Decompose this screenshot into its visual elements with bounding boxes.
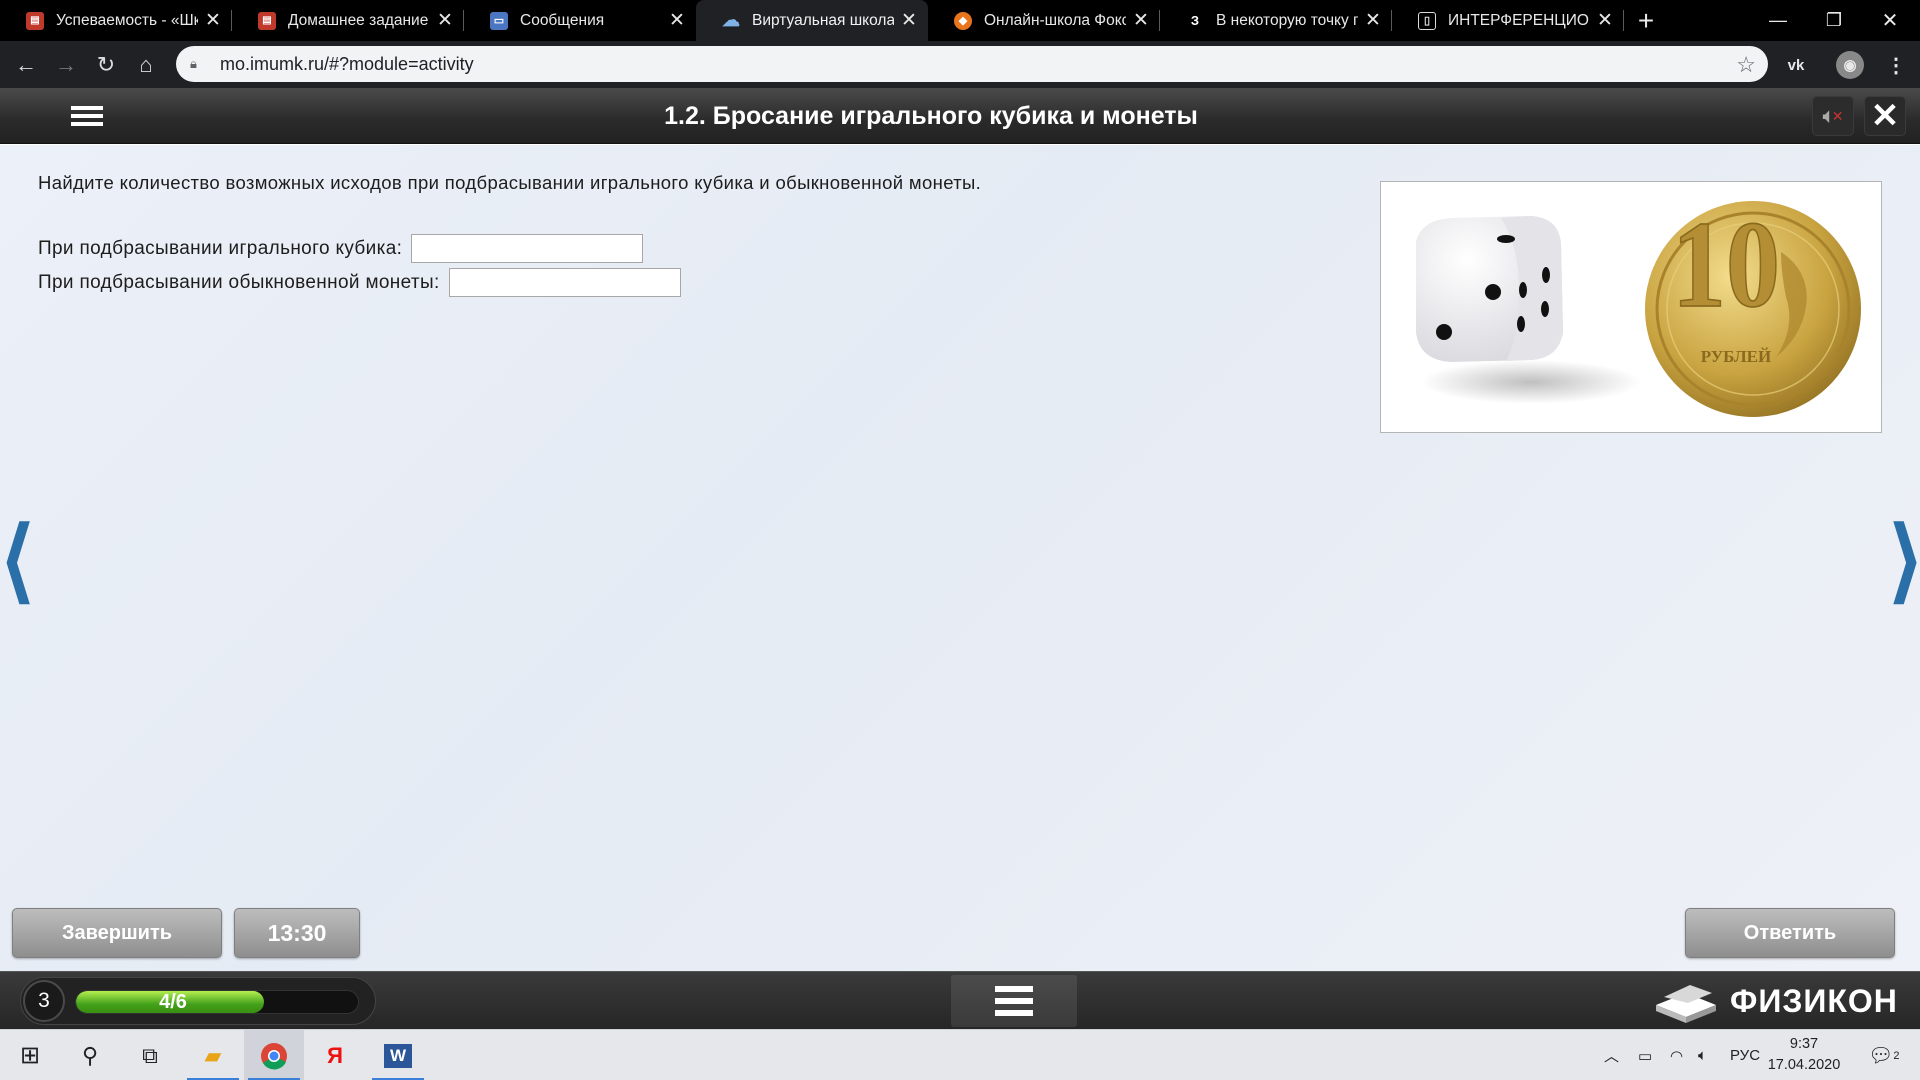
prev-step-arrow-icon[interactable]: ⟨	[0, 511, 35, 611]
reload-icon[interactable]: ↻	[86, 45, 126, 85]
chrome-logo-icon	[261, 1042, 287, 1069]
activity-footer: 3 4/6 ФИЗИКОН	[0, 971, 1920, 1029]
task-view-icon[interactable]: ⧉	[120, 1030, 180, 1080]
screen: ▤ Успеваемость - «Школ ✕ ▤ Домашнее зада…	[0, 0, 1920, 1080]
battery-icon[interactable]: ▭	[1638, 1030, 1652, 1080]
notifications-icon[interactable]: 💬︎ 2	[1868, 1030, 1900, 1080]
tab-title: Домашнее задание - «	[288, 11, 430, 29]
profile-avatar-icon[interactable]: ◉	[1836, 51, 1864, 79]
close-tab-icon[interactable]: ✕	[668, 9, 686, 32]
dice-and-coin-image: 10 РУБЛЕЙ	[1380, 181, 1882, 433]
close-tab-icon[interactable]: ✕	[204, 9, 222, 32]
close-window-icon[interactable]: ✕	[1862, 0, 1918, 41]
clock-date: 17.04.2020	[1767, 1057, 1841, 1073]
address-bar[interactable]: 🔒︎ ☆	[176, 46, 1768, 82]
notification-count: 2	[1893, 1049, 1900, 1062]
dice-coin-illustration: 10 РУБЛЕЙ	[1416, 195, 1861, 417]
coin-answer-input[interactable]	[448, 268, 681, 297]
tab-homework[interactable]: ▤ Домашнее задание - « ✕	[232, 0, 464, 41]
clock[interactable]: 9:37 17.04.2020	[1760, 1034, 1848, 1076]
file-explorer-icon[interactable]: ▰	[183, 1030, 243, 1080]
volume-muted-icon[interactable]: 🔈︎	[1698, 1030, 1707, 1080]
dice-answer-label: При подбрасывании игрального кубика:	[38, 237, 403, 259]
home-icon[interactable]: ⌂	[126, 45, 166, 85]
fizikon-logo: ФИЗИКОН	[1650, 977, 1898, 1025]
tab-messages[interactable]: ▭ Сообщения ✕	[464, 0, 696, 41]
tab-title: Онлайн-школа Фоксф	[984, 11, 1126, 29]
coin-answer-row: При подбрасывании обыкновенной монеты:	[38, 268, 681, 297]
tab-uspevaemost[interactable]: ▤ Успеваемость - «Школ ✕	[0, 0, 232, 41]
clock-time: 9:37	[1789, 1036, 1819, 1052]
close-tab-icon[interactable]: ✕	[436, 9, 454, 32]
close-tab-icon[interactable]: ✕	[900, 9, 918, 32]
windows-taskbar: ⊞ ⚲ ⧉ ▰ Я W ︿ ▭ ◠ 🔈︎ РУС 9:37 17.04.2020…	[0, 1029, 1920, 1080]
lock-icon: 🔒︎	[190, 56, 197, 71]
timer-display: 13:30	[234, 908, 360, 958]
activity-header: 1.2. Бросание игрального кубика и монеты…	[0, 88, 1920, 144]
finish-button[interactable]: Завершить	[12, 908, 222, 958]
activity-content: Найдите количество возможных исходов при…	[0, 145, 1920, 971]
tab-point[interactable]: З В некоторую точку пр ✕	[1160, 0, 1392, 41]
chat-icon: ▭	[490, 11, 508, 30]
word-icon[interactable]: W	[368, 1030, 428, 1080]
forward-icon[interactable]: →	[46, 45, 86, 85]
close-tab-icon[interactable]: ✕	[1596, 9, 1614, 32]
logo-text: ФИЗИКОН	[1730, 982, 1898, 1019]
windows-start-icon[interactable]: ⊞	[0, 1030, 60, 1080]
diary-icon: ▤	[258, 11, 276, 30]
close-activity-icon[interactable]: ✕	[1864, 96, 1906, 136]
tab-foxford[interactable]: ◆ Онлайн-школа Фоксф ✕	[928, 0, 1160, 41]
vk-extension-icon[interactable]: vk	[1780, 49, 1812, 81]
next-step-arrow-icon[interactable]: ⟩	[1888, 511, 1920, 611]
page-title: 1.2. Бросание игрального кубика и монеты	[664, 102, 1198, 130]
book-icon: ▯	[1418, 11, 1436, 30]
search-icon[interactable]: ⚲	[60, 1030, 120, 1080]
dice-answer-input[interactable]	[411, 234, 644, 263]
diary-icon: ▤	[26, 11, 44, 30]
wifi-icon[interactable]: ◠	[1670, 1030, 1683, 1080]
level-badge: 3	[23, 980, 65, 1022]
restore-icon[interactable]: ❐	[1806, 0, 1862, 41]
new-tab-button[interactable]: +	[1624, 0, 1668, 41]
yandex-browser-icon[interactable]: Я	[305, 1030, 365, 1080]
star-icon[interactable]: ☆	[1736, 52, 1756, 78]
chrome-icon[interactable]	[244, 1030, 304, 1080]
progress-widget: 3 4/6	[20, 977, 376, 1025]
tab-interference[interactable]: ▯ ИНТЕРФЕРЕНЦИОННЫ ✕	[1392, 0, 1624, 41]
tab-title: ИНТЕРФЕРЕНЦИОННЫ	[1448, 11, 1590, 29]
coin-numeral: 10	[1672, 196, 1780, 334]
tray-expand-icon[interactable]: ︿	[1604, 1030, 1619, 1080]
back-icon[interactable]: ←	[6, 45, 46, 85]
question-text: Найдите количество возможных исходов при…	[38, 172, 982, 193]
coin-text: РУБЛЕЙ	[1701, 347, 1771, 366]
hamburger-menu-icon[interactable]	[951, 975, 1077, 1027]
tab-title: Виртуальная школа	[752, 11, 894, 29]
fox-icon: ◆	[954, 11, 972, 30]
close-tab-icon[interactable]: ✕	[1132, 9, 1150, 32]
progress-text: 4/6	[159, 991, 187, 1013]
sound-muted-icon[interactable]: 🔈︎ ✕	[1812, 96, 1854, 136]
z-icon: З	[1190, 13, 1200, 28]
dice-answer-row: При подбрасывании игрального кубика:	[38, 234, 644, 263]
minimize-icon[interactable]: —	[1750, 0, 1806, 41]
tab-title: Сообщения	[520, 11, 605, 29]
answer-button[interactable]: Ответить	[1685, 908, 1895, 958]
more-menu-icon[interactable]: ⋮	[1880, 49, 1912, 81]
browser-tab-strip: ▤ Успеваемость - «Школ ✕ ▤ Домашнее зада…	[0, 0, 1920, 41]
tab-title: В некоторую точку пр	[1216, 11, 1358, 29]
browser-toolbar: ← → ↻ ⌂ 🔒︎ ☆ vk ◉ ⋮	[0, 41, 1920, 88]
die-icon	[1416, 216, 1563, 362]
language-indicator[interactable]: РУС	[1730, 1030, 1760, 1080]
coin-answer-label: При подбрасывании обыкновенной монеты:	[38, 271, 440, 293]
cloud-icon: ☁	[722, 10, 740, 30]
url-input[interactable]	[220, 53, 1520, 75]
tab-title: Успеваемость - «Школ	[56, 11, 198, 29]
fizikon-logo-icon	[1656, 985, 1716, 1023]
tab-virtual-school[interactable]: ☁ Виртуальная школа ✕	[696, 0, 928, 41]
close-tab-icon[interactable]: ✕	[1364, 9, 1382, 32]
